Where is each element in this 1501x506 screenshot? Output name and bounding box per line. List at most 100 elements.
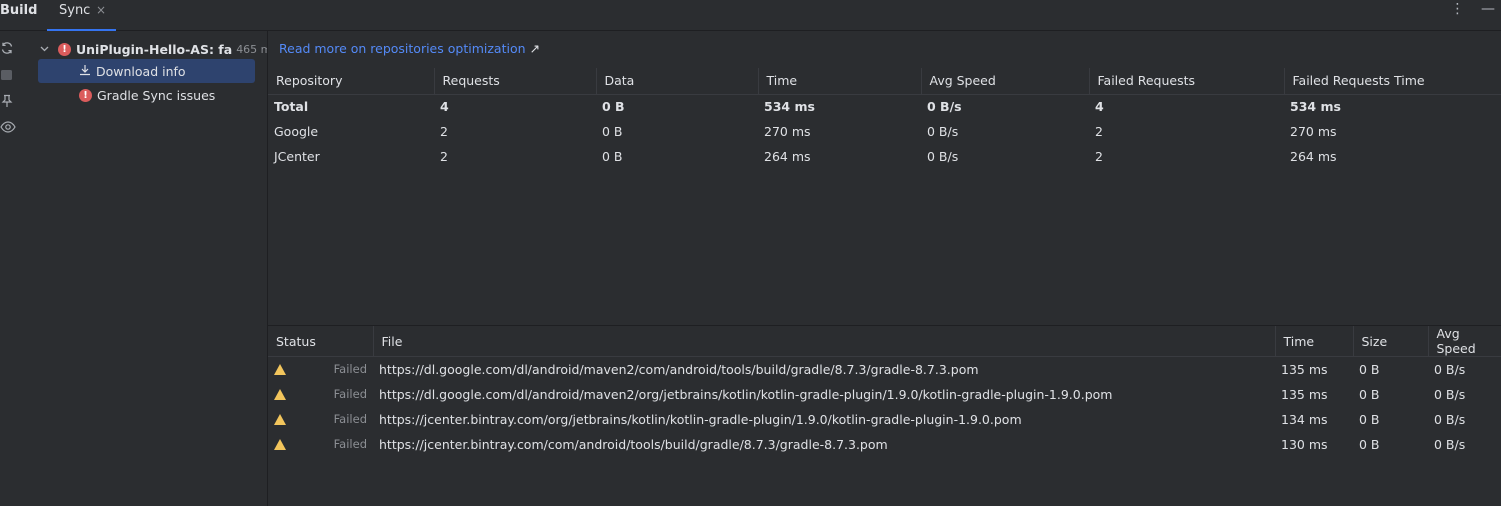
status-text: Failed [333,387,367,401]
column-header[interactable]: Repository [268,68,435,95]
table-row[interactable]: JCenter 2 0 B 264 ms 0 B/s 2 264 ms [268,144,1501,169]
error-icon: ! [79,88,92,102]
sync-tree: ! UniPlugin-Hello-AS: fa 465 ms Download… [28,31,267,506]
table-cell: 4 [1095,99,1104,115]
table-row[interactable]: Failed https://jcenter.bintray.com/com/a… [268,432,1501,457]
warning-icon [274,363,286,375]
table-row[interactable]: Failed https://dl.google.com/dl/android/… [268,382,1501,407]
table-cell: 0 B/s [927,99,962,115]
header-actions: ⋮ — [1439,1,1495,17]
table-cell: 270 ms [1290,124,1337,139]
table-cell: 130 ms [1281,436,1328,452]
table-cell: 0 B/s [927,124,959,139]
file-url: https://jcenter.bintray.com/org/jetbrain… [379,411,1022,427]
build-tool-window-title: Build [0,3,38,18]
file-url: https://dl.google.com/dl/android/maven2/… [379,361,979,377]
tab-sync-label: Sync [59,3,91,18]
table-cell: 0 B [1359,361,1380,377]
tab-sync[interactable]: Sync × [47,0,116,31]
read-more-link[interactable]: Read more on repositories optimization ↗ [279,41,540,56]
table-cell: 2 [1095,124,1103,139]
file-url: https://jcenter.bintray.com/com/android/… [379,436,888,452]
table-cell: 264 ms [764,149,811,164]
table-cell: 534 ms [1290,99,1341,115]
table-cell: 0 B [1359,386,1380,402]
warning-icon-cell [268,382,290,407]
column-header[interactable]: Status [268,326,374,357]
table-cell: 0 B [1359,411,1380,427]
table-cell: 2 [1095,149,1103,164]
table-cell: 2 [440,149,448,164]
file-url: https://dl.google.com/dl/android/maven2/… [379,386,1113,402]
pin-icon[interactable] [0,94,14,108]
left-toolbar [0,31,22,506]
minimize-icon[interactable]: — [1481,1,1495,17]
status-text: Failed [333,362,367,377]
repository-table: Repository Requests Data Time Avg Speed … [268,68,1501,169]
table-cell: Total [274,99,309,115]
eye-icon[interactable] [0,120,16,134]
warning-icon-cell [268,407,290,432]
table-cell: 534 ms [764,99,815,115]
column-header[interactable]: Data [596,68,759,95]
table-cell: 0 B/s [1434,411,1466,427]
warning-icon [274,438,286,450]
table-row[interactable]: Failed https://dl.google.com/dl/android/… [268,357,1501,382]
table-cell: 2 [440,124,448,139]
table-cell: 4 [440,99,449,115]
status-text: Failed [333,412,367,426]
file-requests-table: Status File Time Size Avg Speed Failed h… [268,326,1501,457]
column-header[interactable]: File [373,326,1276,357]
column-header[interactable]: Time [1275,326,1354,357]
table-header-row: Repository Requests Data Time Avg Speed … [268,68,1501,95]
column-header[interactable]: Failed Requests [1089,68,1285,95]
table-cell: 270 ms [764,124,811,139]
download-info-panel: Read more on repositories optimization ↗ … [268,31,1501,506]
table-cell: 0 B [602,99,625,115]
chevron-down-icon[interactable] [40,44,49,55]
read-more-text[interactable]: Read more on repositories optimization [279,41,526,56]
warning-icon-cell [268,432,290,457]
table-header-row: Status File Time Size Avg Speed [268,326,1501,357]
column-header[interactable]: Failed Requests Time [1284,68,1501,95]
sync-icon[interactable] [0,41,14,55]
table-row[interactable]: Failed https://jcenter.bintray.com/org/j… [268,407,1501,432]
table-cell: Google [274,124,319,139]
table-cell: 0 B/s [1434,361,1466,377]
warning-icon [274,413,286,425]
table-cell: 135 ms [1281,361,1328,377]
column-header[interactable]: Requests [434,68,597,95]
close-icon[interactable]: × [96,3,106,17]
table-cell: 0 B/s [1434,436,1466,452]
table-cell: 135 ms [1281,386,1328,402]
tree-item-label: Gradle Sync issues [97,87,216,103]
error-icon: ! [58,42,71,56]
column-header[interactable]: Time [758,68,922,95]
status-text: Failed [333,437,367,451]
download-icon [79,64,91,79]
table-cell: 0 B [602,149,623,164]
table-cell: 0 B/s [927,149,959,164]
column-header[interactable]: Size [1353,326,1429,357]
tool-window-header: Build Sync × ⋮ — [0,0,1501,31]
tree-item-gradle-sync-issues[interactable]: ! Gradle Sync issues [79,83,215,107]
table-cell: 0 B [602,124,623,139]
tree-item-label: Download info [96,63,186,79]
table-cell: 264 ms [1290,149,1337,164]
external-link-icon: ↗ [529,41,540,56]
tree-item-download-info[interactable]: Download info [38,59,255,83]
table-row[interactable]: Google 2 0 B 270 ms 0 B/s 2 270 ms [268,119,1501,144]
warning-icon [274,388,286,400]
column-header[interactable]: Avg Speed [1428,326,1501,357]
stop-icon[interactable] [0,68,14,82]
tree-root-duration: 465 ms [236,42,267,56]
table-cell: 0 B/s [1434,386,1466,402]
table-cell: JCenter [274,149,320,164]
more-options-icon[interactable]: ⋮ [1451,1,1465,17]
tree-root-node[interactable]: ! UniPlugin-Hello-AS: fa 465 ms [40,37,267,61]
tree-root-label: UniPlugin-Hello-AS: fa [76,41,233,57]
table-cell: 0 B [1359,436,1380,452]
column-header[interactable]: Avg Speed [921,68,1090,95]
warning-icon-cell [268,357,290,382]
table-row[interactable]: Total 4 0 B 534 ms 0 B/s 4 534 ms [268,94,1501,119]
